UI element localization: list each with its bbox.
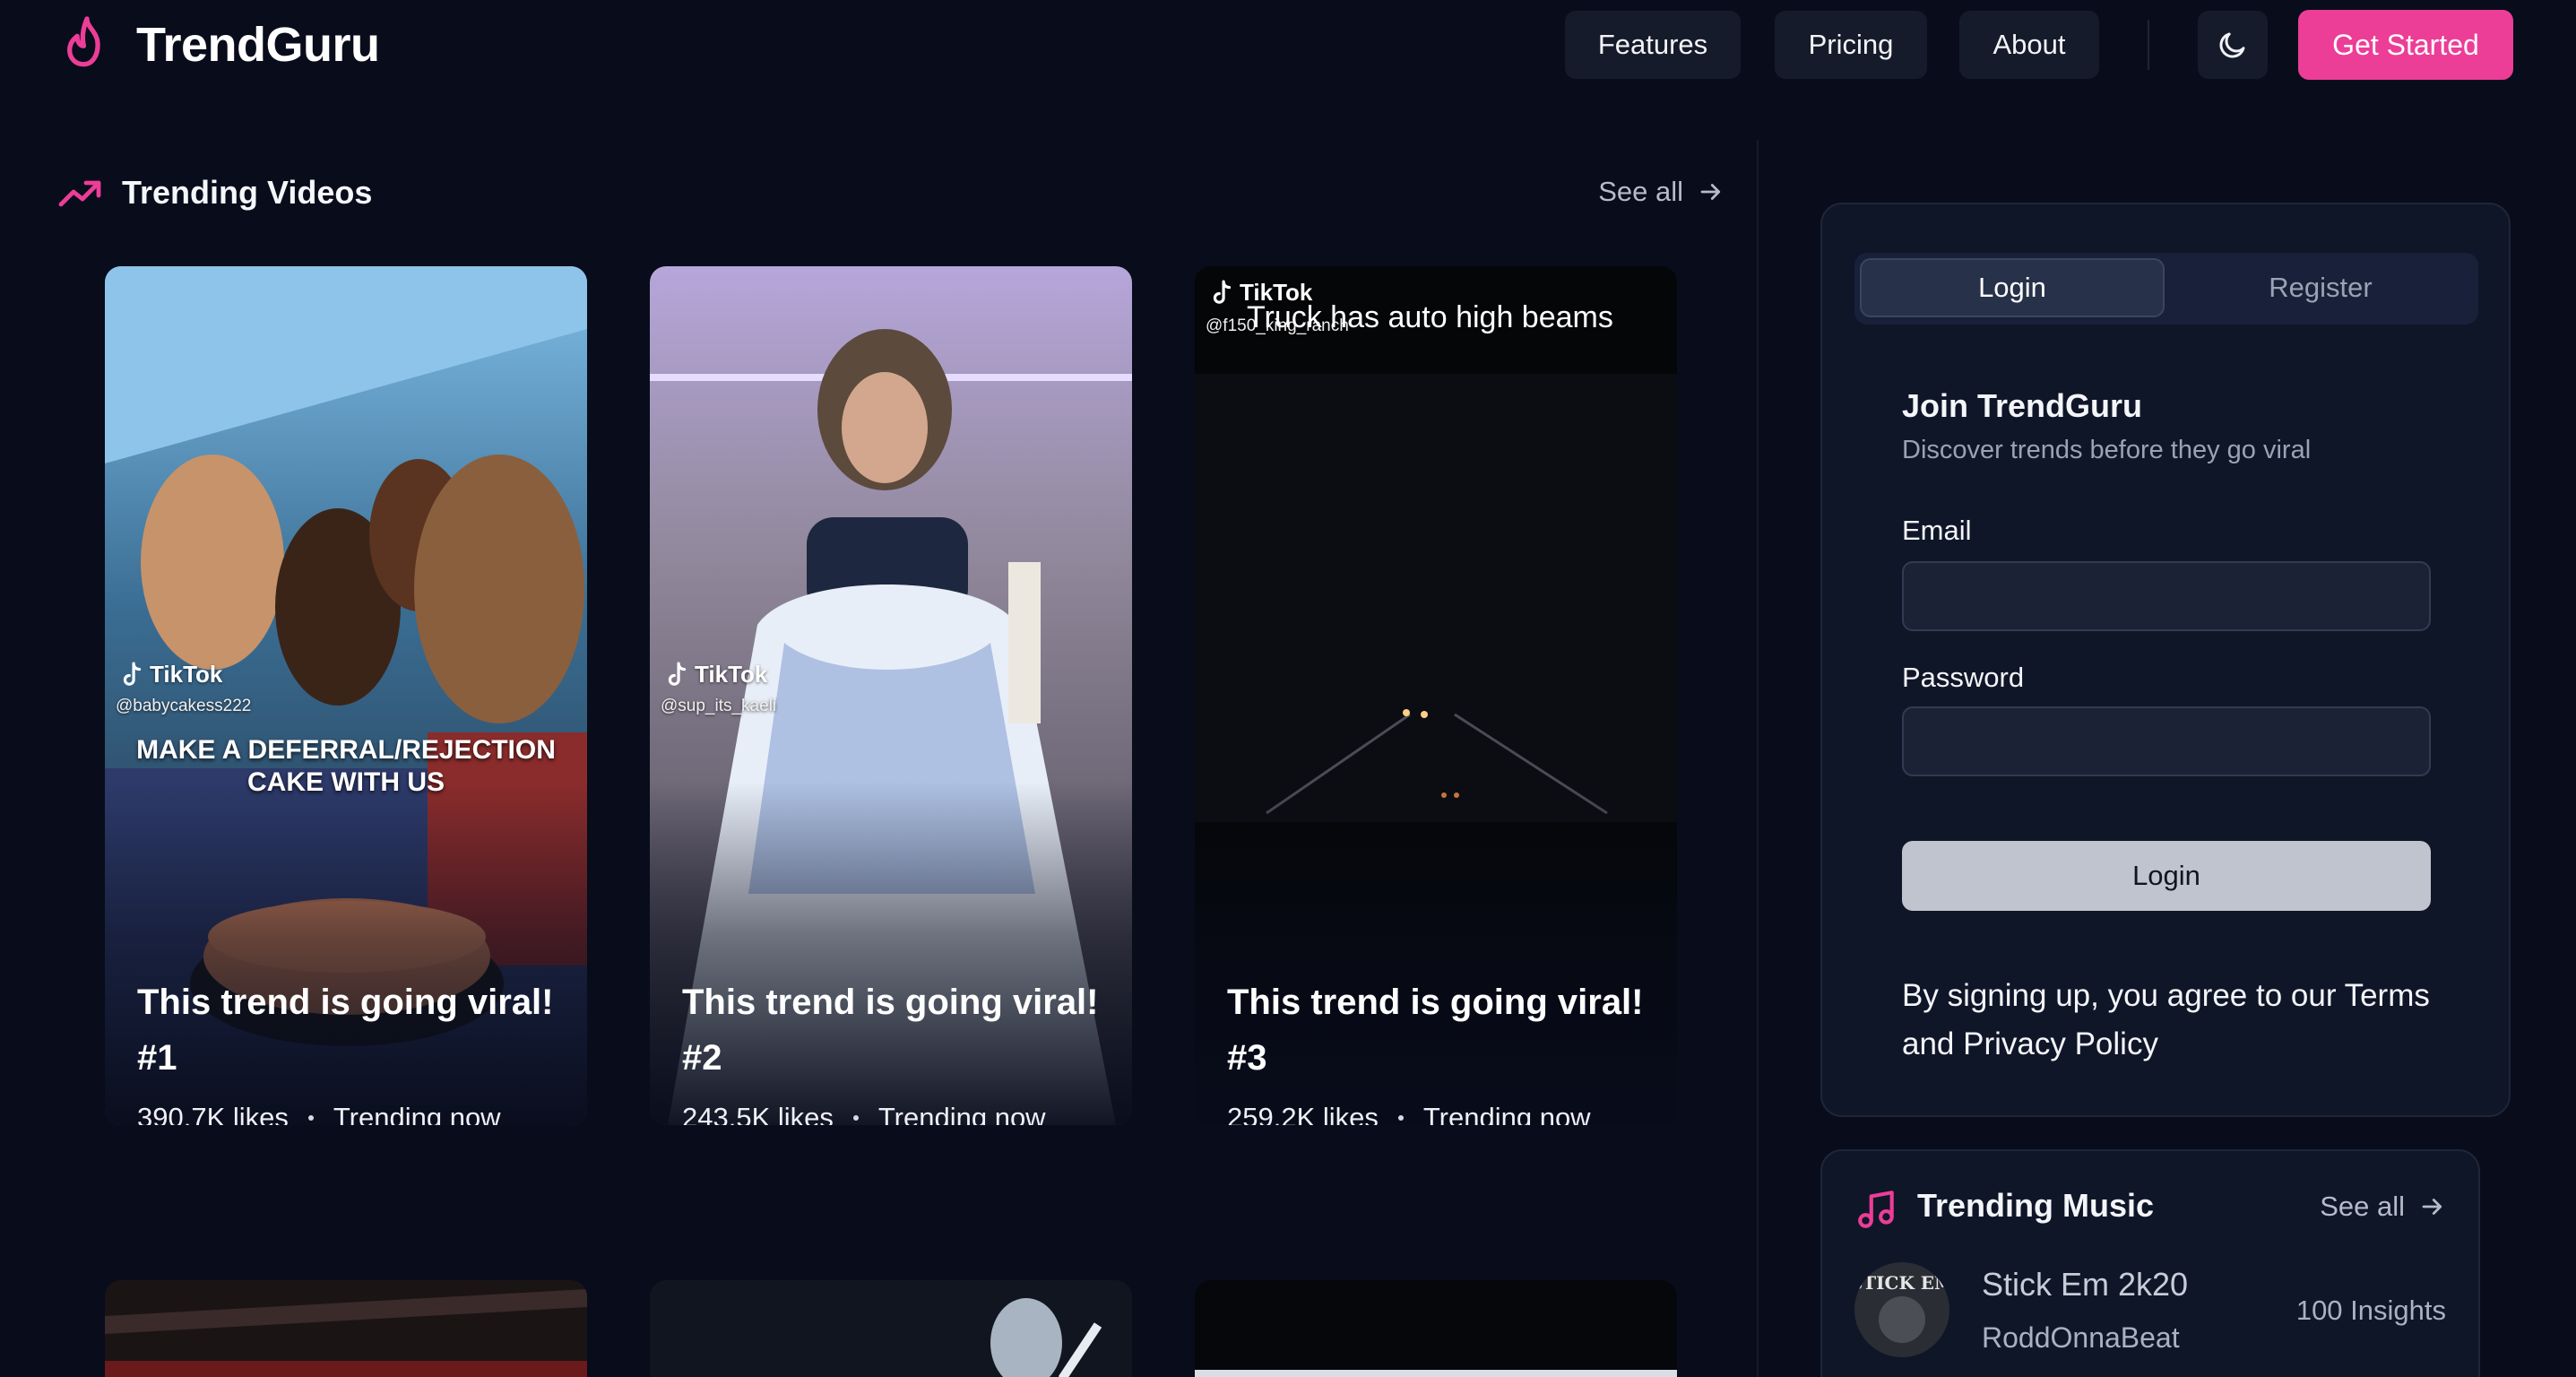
tiktok-handle: @sup_its_kaeli <box>661 697 777 715</box>
nav-about-button[interactable]: About <box>1959 11 2099 79</box>
video-card-partial[interactable] <box>1195 1280 1677 1377</box>
email-label: Email <box>1902 515 1972 546</box>
video-card-partial[interactable] <box>105 1280 587 1377</box>
video-thumbnail <box>105 1280 587 1377</box>
video-overlay-caption: MAKE A DEFERRAL/REJECTION CAKE WITH US <box>136 735 556 797</box>
theme-toggle-button[interactable] <box>2198 11 2268 79</box>
auth-heading: Join TrendGuru <box>1902 387 2143 424</box>
video-title: This trend is going viral! #2 <box>682 983 1099 1078</box>
password-field[interactable] <box>1902 706 2431 776</box>
trending-up-icon <box>58 180 101 207</box>
video-likes: 390.7K likes <box>137 1102 289 1125</box>
nav-pricing-button[interactable]: Pricing <box>1775 11 1927 79</box>
trending-videos-header: Trending Videos See all <box>57 170 1725 221</box>
video-card[interactable]: TikTok @sup_its_kaeli This trend is goin… <box>650 266 1132 1125</box>
video-status: Trending now <box>1422 1102 1591 1125</box>
nav-features-button[interactable]: Features <box>1565 11 1741 79</box>
password-label: Password <box>1902 662 2025 693</box>
moon-icon <box>2219 32 2245 58</box>
svg-text:STICK EM: STICK EM <box>1854 1272 1949 1294</box>
video-card-partial[interactable] <box>650 1280 1132 1377</box>
brand-logo[interactable]: TrendGuru <box>61 14 380 75</box>
track-title[interactable]: Stick Em 2k20 <box>1982 1266 2188 1303</box>
video-status: Trending now <box>877 1102 1046 1125</box>
terms-notice: By signing up, you agree to our Terms an… <box>1902 978 2430 1061</box>
trending-music-see-all-link[interactable]: See all <box>2320 1191 2446 1223</box>
login-submit-button[interactable]: Login <box>1902 841 2431 911</box>
content-divider <box>1757 140 1759 1377</box>
video-overlay-caption: Truck has auto high beams <box>1247 300 1613 334</box>
trending-music-panel: Trending Music See all STICK EM Stick Em… <box>1820 1149 2480 1377</box>
auth-panel: Login Register Join TrendGuru Discover t… <box>1820 203 2511 1117</box>
flame-icon <box>67 16 100 67</box>
trending-music-title: Trending Music <box>1917 1187 2155 1224</box>
tiktok-icon <box>123 662 142 686</box>
track-insights: 100 Insights <box>2295 1295 2446 1326</box>
trending-videos-see-all-link[interactable]: See all <box>1598 176 1725 208</box>
video-card[interactable]: TikTok @f150_king_ranch Truck has auto h… <box>1195 266 1677 1125</box>
tiktok-watermark: TikTok <box>121 661 222 688</box>
tab-register[interactable]: Register <box>2168 258 2473 317</box>
email-field[interactable] <box>1902 561 2431 631</box>
video-meta: 243.5K likes Trending now <box>682 1102 1046 1125</box>
video-likes: 259.2K likes <box>1227 1102 1379 1125</box>
music-note-icon <box>1858 1191 1894 1228</box>
arrow-right-icon <box>1700 184 1721 200</box>
video-title: This trend is going viral! #3 <box>1227 983 1644 1078</box>
tiktok-icon <box>1213 280 1232 304</box>
video-card[interactable]: TikTok @babycakess222 MAKE A DEFERRAL/RE… <box>105 266 587 1125</box>
track-artist: RoddOnnaBeat <box>1982 1321 2180 1354</box>
video-meta: 390.7K likes Trending now <box>137 1102 501 1125</box>
separator-dot <box>307 1115 314 1121</box>
trending-videos-title: Trending Videos <box>122 174 373 211</box>
track-cover-art[interactable]: STICK EM <box>1854 1262 1949 1357</box>
brand-name: TrendGuru <box>136 18 380 72</box>
nav-divider <box>2148 20 2149 70</box>
video-title: This trend is going viral! #1 <box>137 983 554 1078</box>
see-all-label: See all <box>2320 1191 2405 1222</box>
video-meta: 259.2K likes Trending now <box>1227 1102 1591 1125</box>
separator-dot <box>1397 1115 1404 1121</box>
video-thumbnail <box>650 1280 1132 1377</box>
tiktok-icon <box>668 662 687 686</box>
tab-login[interactable]: Login <box>1860 258 2165 317</box>
video-thumbnail <box>1195 1280 1677 1377</box>
tiktok-handle: @babycakess222 <box>116 697 252 715</box>
separator-dot <box>852 1115 859 1121</box>
get-started-button[interactable]: Get Started <box>2298 10 2513 80</box>
video-likes: 243.5K likes <box>682 1102 834 1125</box>
top-navbar: TrendGuru Features Pricing About Get Sta… <box>0 0 2576 90</box>
see-all-label: See all <box>1598 176 1683 207</box>
auth-subheading: Discover trends before they go viral <box>1902 436 2312 464</box>
arrow-right-icon <box>2422 1199 2442 1215</box>
tiktok-watermark: TikTok <box>666 661 767 688</box>
video-status: Trending now <box>333 1102 501 1125</box>
auth-tabs: Login Register <box>1854 253 2478 325</box>
